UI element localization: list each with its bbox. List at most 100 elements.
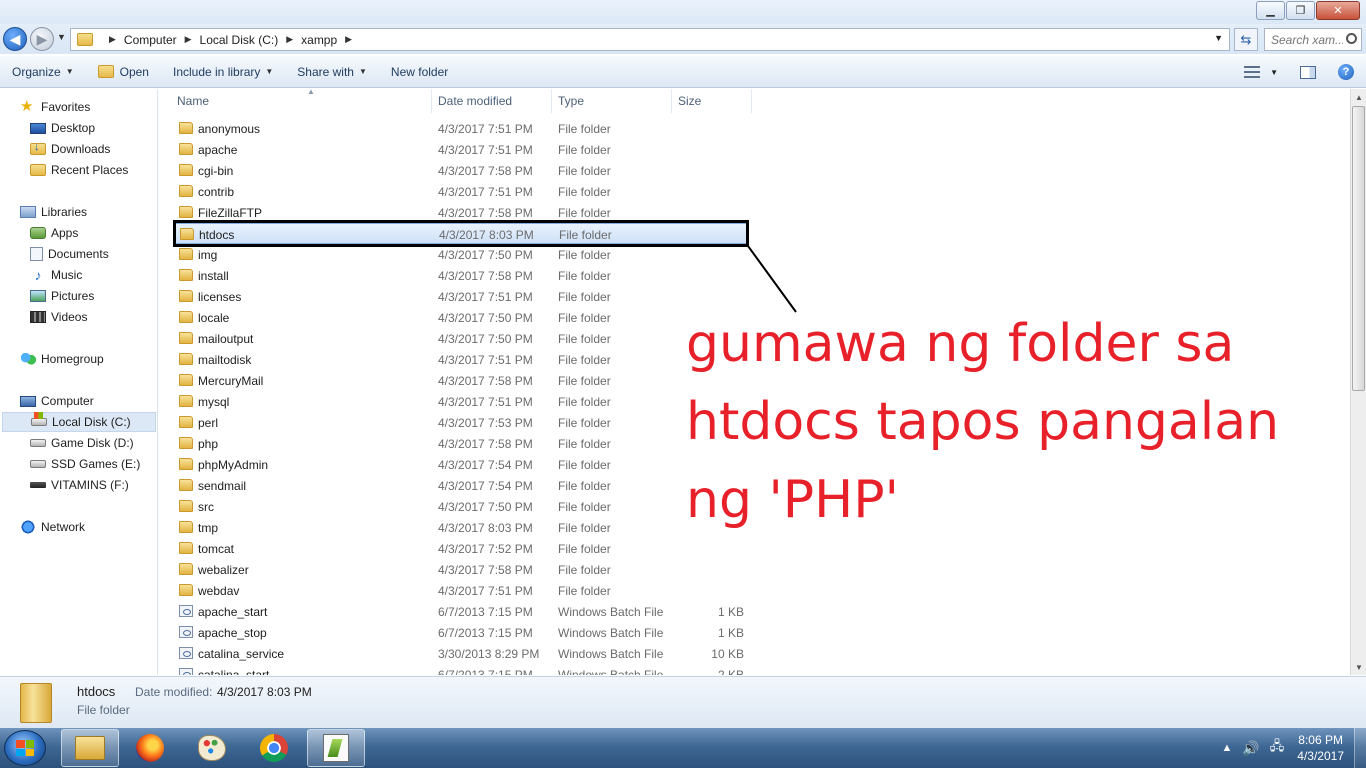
- refresh-button[interactable]: ⇆: [1234, 28, 1258, 51]
- chevron-down-icon[interactable]: ▼: [1270, 68, 1278, 77]
- taskbar-notepad-plus-plus[interactable]: [307, 729, 365, 767]
- taskbar-chrome[interactable]: [245, 729, 303, 767]
- file-row[interactable]: FileZillaFTP 4/3/2017 7:58 PM File folder: [173, 202, 748, 223]
- view-options-icon[interactable]: [1244, 66, 1261, 78]
- breadcrumb-chevron-icon[interactable]: ▶: [109, 34, 116, 45]
- new-folder-button[interactable]: New folder: [379, 56, 460, 88]
- file-type: File folder: [558, 353, 611, 367]
- include-in-library-label: Include in library: [172, 64, 261, 79]
- folder-icon: [179, 521, 193, 533]
- breadcrumb-chevron-icon[interactable]: ▶: [185, 34, 192, 45]
- show-hidden-icons-icon[interactable]: ▲: [1221, 742, 1232, 754]
- file-type: Windows Batch File: [558, 647, 664, 661]
- start-button[interactable]: [4, 730, 46, 766]
- file-type: File folder: [558, 311, 611, 325]
- usb-drive-icon: [30, 482, 46, 488]
- maximize-button[interactable]: ❐: [1286, 1, 1315, 20]
- file-row[interactable]: img 4/3/2017 7:50 PM File folder: [173, 244, 748, 265]
- address-bar[interactable]: ▶ Computer ▶ Local Disk (C:) ▶ xampp ▶ ▼: [70, 28, 1230, 51]
- file-row[interactable]: mailoutput 4/3/2017 7:50 PM File folder: [173, 328, 748, 349]
- nav-recent-places[interactable]: Recent Places: [30, 160, 128, 180]
- nav-libraries[interactable]: Libraries: [20, 202, 87, 222]
- breadcrumb-computer[interactable]: Computer: [124, 33, 177, 47]
- file-row[interactable]: licenses 4/3/2017 7:51 PM File folder: [173, 286, 748, 307]
- file-row[interactable]: mysql 4/3/2017 7:51 PM File folder: [173, 391, 748, 412]
- organize-button[interactable]: Organize ▼: [0, 56, 86, 88]
- file-row[interactable]: tomcat 4/3/2017 7:52 PM File folder: [173, 538, 748, 559]
- file-row[interactable]: MercuryMail 4/3/2017 7:58 PM File folder: [173, 370, 748, 391]
- nav-ssd-games-e[interactable]: SSD Games (E:): [30, 454, 140, 474]
- nav-local-disk-c[interactable]: Local Disk (C:): [2, 412, 156, 432]
- preview-pane-icon[interactable]: [1300, 65, 1316, 79]
- file-row[interactable]: contrib 4/3/2017 7:51 PM File folder: [173, 181, 748, 202]
- file-row[interactable]: catalina_start 6/7/2013 7:15 PM Windows Ba…: [173, 664, 748, 675]
- file-row[interactable]: catalina_service 3/30/2013 8:29 PM Windows…: [173, 643, 748, 664]
- file-row[interactable]: anonymous 4/3/2017 7:51 PM File folder: [173, 118, 748, 139]
- volume-icon[interactable]: 🔊: [1242, 740, 1259, 757]
- share-with-label: Share with: [297, 64, 354, 79]
- nav-game-disk-d[interactable]: Game Disk (D:): [30, 433, 134, 453]
- nav-desktop[interactable]: Desktop: [30, 118, 95, 138]
- search-input[interactable]: [1271, 33, 1343, 47]
- file-row[interactable]: sendmail 4/3/2017 7:54 PM File folder: [173, 475, 748, 496]
- file-row[interactable]: install 4/3/2017 7:58 PM File folder: [173, 265, 748, 286]
- breadcrumb-chevron-icon[interactable]: ▶: [286, 34, 293, 45]
- minimize-button[interactable]: ▁: [1256, 1, 1285, 20]
- vertical-scrollbar[interactable]: ▲ ▼: [1350, 89, 1366, 675]
- scroll-down-icon[interactable]: ▼: [1351, 659, 1366, 675]
- scroll-thumb[interactable]: [1352, 106, 1365, 391]
- file-row[interactable]: cgi-bin 4/3/2017 7:58 PM File folder: [173, 160, 748, 181]
- column-header-type[interactable]: Type: [552, 89, 672, 113]
- column-header-size[interactable]: Size: [672, 89, 752, 113]
- file-row[interactable]: src 4/3/2017 7:50 PM File folder: [173, 496, 748, 517]
- back-button[interactable]: ◀: [3, 27, 27, 51]
- nav-homegroup[interactable]: Homegroup: [20, 349, 104, 369]
- nav-documents[interactable]: Documents: [30, 244, 109, 264]
- breadcrumb-chevron-icon[interactable]: ▶: [345, 34, 352, 45]
- open-button[interactable]: Open: [86, 56, 161, 88]
- taskbar-firefox[interactable]: [121, 729, 179, 767]
- share-with-button[interactable]: Share with ▼: [285, 56, 379, 88]
- scroll-up-icon[interactable]: ▲: [1351, 89, 1366, 105]
- taskbar-paint[interactable]: [183, 729, 241, 767]
- address-history-dropdown[interactable]: ▼: [1214, 33, 1223, 43]
- show-desktop-button[interactable]: [1354, 728, 1366, 768]
- search-box[interactable]: [1264, 28, 1362, 51]
- forward-button[interactable]: ▶: [30, 27, 54, 51]
- file-row[interactable]: mailtodisk 4/3/2017 7:51 PM File folder: [173, 349, 748, 370]
- file-row[interactable]: apache 4/3/2017 7:51 PM File folder: [173, 139, 748, 160]
- file-row[interactable]: phpMyAdmin 4/3/2017 7:54 PM File folder: [173, 454, 748, 475]
- include-in-library-button[interactable]: Include in library ▼: [161, 56, 285, 88]
- column-header-date-modified[interactable]: Date modified: [432, 89, 552, 113]
- taskbar-file-explorer[interactable]: [61, 729, 119, 767]
- search-icon[interactable]: [1346, 33, 1357, 44]
- nav-network[interactable]: Network: [20, 517, 85, 537]
- file-row-selected[interactable]: htdocs 4/3/2017 8:03 PM File folder: [173, 223, 748, 244]
- file-row[interactable]: webalizer 4/3/2017 7:58 PM File folder: [173, 559, 748, 580]
- drive-icon: [30, 460, 46, 468]
- file-row[interactable]: apache_stop 6/7/2013 7:15 PM Windows Batch…: [173, 622, 748, 643]
- file-row[interactable]: apache_start 6/7/2013 7:15 PM Windows Batc…: [173, 601, 748, 622]
- nav-downloads[interactable]: Downloads: [30, 139, 110, 159]
- nav-pictures[interactable]: Pictures: [30, 286, 94, 306]
- file-row[interactable]: locale 4/3/2017 7:50 PM File folder: [173, 307, 748, 328]
- file-row[interactable]: tmp 4/3/2017 8:03 PM File folder: [173, 517, 748, 538]
- nav-music[interactable]: ♪ Music: [30, 265, 83, 285]
- breadcrumb-local-disk[interactable]: Local Disk (C:): [200, 33, 279, 47]
- nav-computer[interactable]: Computer: [20, 391, 94, 411]
- nav-videos[interactable]: Videos: [30, 307, 87, 327]
- file-row[interactable]: perl 4/3/2017 7:53 PM File folder: [173, 412, 748, 433]
- column-header-name[interactable]: ▲ Name: [171, 89, 432, 113]
- clock[interactable]: 8:06 PM 4/3/2017: [1297, 732, 1344, 764]
- nav-apps[interactable]: Apps: [30, 223, 78, 243]
- file-row[interactable]: php 4/3/2017 7:58 PM File folder: [173, 433, 748, 454]
- file-row[interactable]: webdav 4/3/2017 7:51 PM File folder: [173, 580, 748, 601]
- close-button[interactable]: ✕: [1316, 1, 1360, 20]
- recent-pages-dropdown[interactable]: ▼: [57, 32, 66, 42]
- help-button[interactable]: ?: [1338, 64, 1354, 80]
- nav-label: Game Disk (D:): [51, 436, 134, 450]
- breadcrumb-xampp[interactable]: xampp: [301, 33, 337, 47]
- nav-vitamins-f[interactable]: VITAMINS (F:): [30, 475, 129, 495]
- network-status-icon[interactable]: 🖧: [1270, 737, 1285, 759]
- nav-favorites[interactable]: ★ Favorites: [20, 97, 90, 117]
